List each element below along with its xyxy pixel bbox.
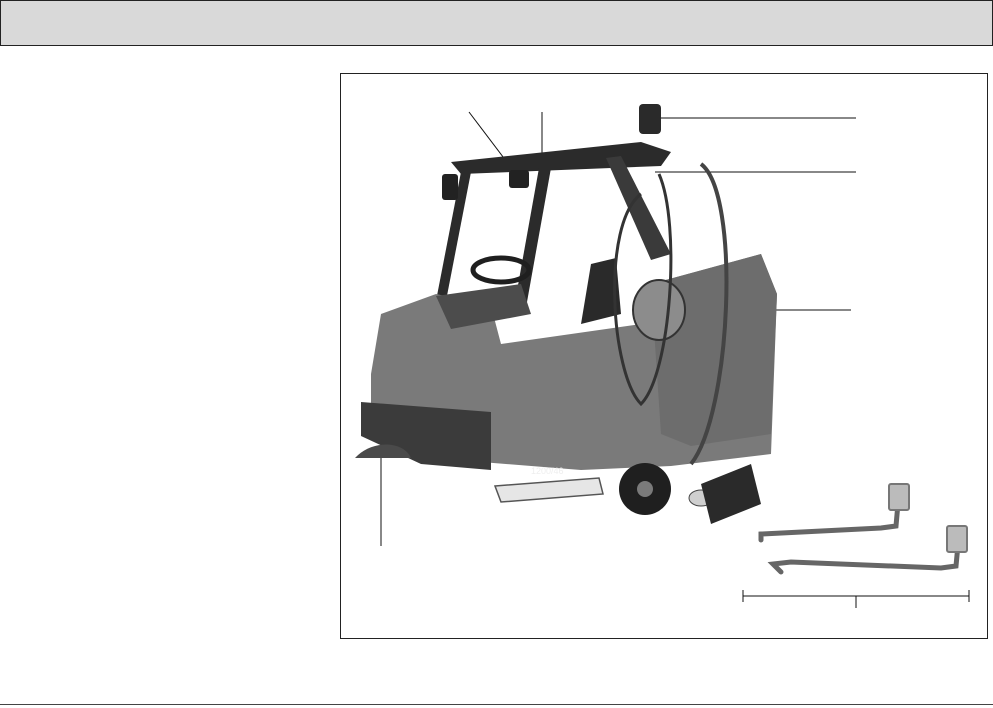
bumper-bar-lower [767,531,962,575]
machine-illustration: 1200/46 [355,104,777,524]
hose-reel-icon [632,279,686,341]
bumper-bars-illustration [758,483,968,575]
mirror-icon [442,174,458,200]
roof-canopy [451,142,671,174]
beacon-light-icon [639,104,661,134]
steering-wheel-icon [470,255,532,285]
bumper-bar-upper [758,489,902,543]
front-right-pillar [515,168,551,302]
dashboard [436,284,531,329]
header-bar [0,0,993,46]
work-light-icon [509,170,529,188]
rear-bumper [701,464,761,524]
bottom-rule [0,704,993,705]
model-plate-text: 1200/46 [531,466,564,476]
figure-frame: 1200/46 [340,73,988,639]
machine-figure: 1200/46 [355,104,970,608]
squeegee-icon [493,477,604,503]
